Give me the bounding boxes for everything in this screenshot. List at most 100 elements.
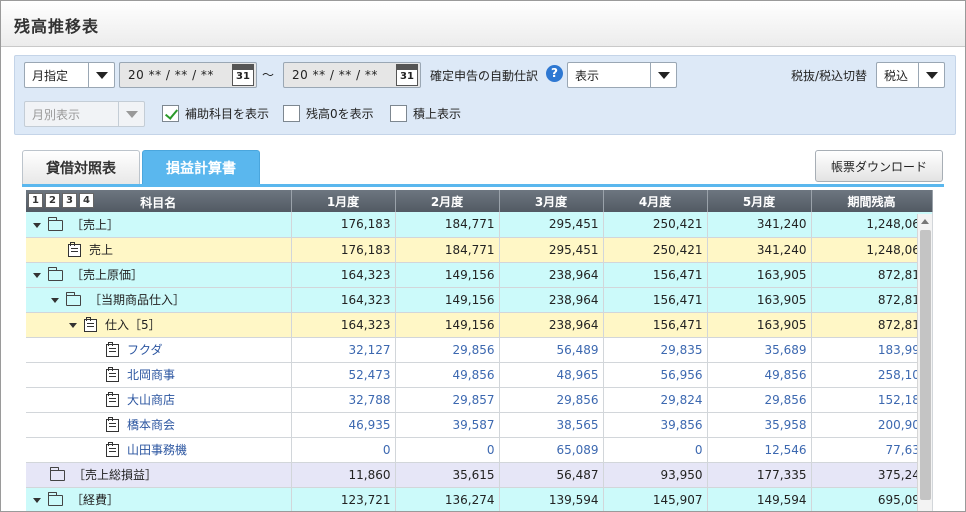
ledger-icon <box>106 342 119 357</box>
sub-account-name[interactable]: 大山商店 <box>127 393 175 407</box>
ledger-icon <box>106 442 119 457</box>
value-cell: 38,565 <box>499 412 604 438</box>
period-type-select[interactable]: 月指定 <box>24 62 115 88</box>
value-cell: 872,819 <box>811 262 933 288</box>
table-row[interactable]: ［売上総損益］ 11,860 35,615 56,487 93,950 177,… <box>26 462 933 488</box>
value-cell: 29,824 <box>603 387 708 413</box>
chevron-down-icon[interactable] <box>88 63 114 87</box>
table-row[interactable]: ［当期商品仕入］ 164,323 149,156 238,964 156,471… <box>26 287 933 313</box>
show-zero-balance-checkbox[interactable]: 残高0を表示 <box>283 105 374 122</box>
value-cell: 177,335 <box>707 462 812 488</box>
table-row[interactable]: 橋本商会 46,935 39,587 38,565 39,856 35,958 … <box>26 412 933 438</box>
scroll-up-icon[interactable] <box>921 219 929 224</box>
date-to-field[interactable]: 20 ** / ** / ** 31 <box>283 62 421 88</box>
value-cell: 123,721 <box>291 487 396 511</box>
header-account-name: 1 2 3 4 科目名 <box>26 190 292 212</box>
checkbox-checked-icon[interactable] <box>162 105 179 122</box>
header-period-balance[interactable]: 期間残高 <box>811 190 933 212</box>
table-header-row: 1 2 3 4 科目名 1月度 2月度 3月度 4月度 5月度 期間残高 <box>26 190 933 212</box>
value-cell: 163,905 <box>707 287 812 313</box>
value-cell: 295,451 <box>499 237 604 263</box>
table-row[interactable]: ［売上原価］ 164,323 149,156 238,964 156,471 1… <box>26 262 933 288</box>
value-cell: 29,857 <box>395 387 500 413</box>
value-cell: 156,471 <box>603 312 708 338</box>
table-row[interactable]: フクダ 32,127 29,856 56,489 29,835 35,689 1… <box>26 337 933 363</box>
calendar-icon[interactable]: 31 <box>396 64 418 86</box>
triangle-down-icon[interactable] <box>69 323 77 328</box>
table-row[interactable]: 仕入［5］ 164,323 149,156 238,964 156,471 16… <box>26 312 933 338</box>
value-cell: 872,819 <box>811 287 933 313</box>
title-bar: 残高推移表 <box>1 1 965 47</box>
account-name-cell: 売上 <box>26 237 292 263</box>
table-row[interactable]: ［売上］ 176,183 184,771 295,451 250,421 341… <box>26 212 933 238</box>
value-cell: 164,323 <box>291 287 396 313</box>
tax-select[interactable]: 税込 <box>876 62 945 88</box>
value-cell: 295,451 <box>499 212 604 238</box>
triangle-down-icon[interactable] <box>33 273 41 278</box>
header-month-4[interactable]: 4月度 <box>603 190 708 212</box>
chevron-down-icon[interactable] <box>918 63 944 87</box>
value-cell: 0 <box>603 437 708 463</box>
sub-account-name[interactable]: 北岡商事 <box>127 368 175 382</box>
value-cell: 35,615 <box>395 462 500 488</box>
folder-icon <box>50 467 65 481</box>
value-cell: 65,089 <box>499 437 604 463</box>
header-month-1[interactable]: 1月度 <box>291 190 396 212</box>
sub-account-name[interactable]: 橋本商会 <box>127 418 175 432</box>
tax-toggle-label: 税抜/税込切替 <box>791 69 868 83</box>
vertical-scrollbar[interactable] <box>917 214 932 511</box>
header-label: 科目名 <box>140 196 177 210</box>
table-row[interactable]: 山田事務機 0 0 65,089 0 12,546 77,635 <box>26 437 933 463</box>
account-name: ［売上原価］ <box>71 268 144 282</box>
value-cell: 341,240 <box>707 237 812 263</box>
header-month-2[interactable]: 2月度 <box>395 190 500 212</box>
folder-icon <box>48 267 63 281</box>
table-row[interactable]: 売上 176,183 184,771 295,451 250,421 341,2… <box>26 237 933 263</box>
value-cell: 52,473 <box>291 362 396 388</box>
header-month-3[interactable]: 3月度 <box>499 190 604 212</box>
date-from-value: 20 ** / ** / ** <box>128 68 214 82</box>
ledger-icon <box>68 242 81 257</box>
value-cell: 32,127 <box>291 337 396 363</box>
account-name-cell: 山田事務機 <box>26 437 292 463</box>
ledger-icon <box>106 392 119 407</box>
value-cell: 139,594 <box>499 487 604 511</box>
account-name-cell: 大山商店 <box>26 387 292 413</box>
triangle-down-icon[interactable] <box>51 298 59 303</box>
value-cell: 164,323 <box>291 312 396 338</box>
scrollbar-thumb[interactable] <box>920 230 931 500</box>
value-cell: 695,090 <box>811 487 933 511</box>
value-cell: 0 <box>291 437 396 463</box>
sub-account-name[interactable]: フクダ <box>127 343 163 357</box>
auto-journal-select[interactable]: 表示 <box>567 62 677 88</box>
account-name-cell: ［売上］ <box>26 212 292 238</box>
sub-account-name[interactable]: 山田事務機 <box>127 443 187 457</box>
date-from-field[interactable]: 20 ** / ** / ** 31 <box>119 62 257 88</box>
value-cell: 163,905 <box>707 312 812 338</box>
account-name: 売上 <box>89 243 114 257</box>
tab-balance-sheet[interactable]: 貸借対照表 <box>22 150 140 185</box>
chevron-down-icon[interactable] <box>650 63 676 87</box>
triangle-down-icon[interactable] <box>33 222 41 228</box>
calendar-icon[interactable]: 31 <box>232 64 254 86</box>
ledger-icon <box>106 367 119 382</box>
value-cell: 1,248,066 <box>811 237 933 263</box>
value-cell: 200,901 <box>811 412 933 438</box>
cumulative-display-checkbox[interactable]: 積上表示 <box>390 105 461 122</box>
checkbox-icon[interactable] <box>283 105 300 122</box>
download-report-button[interactable]: 帳票ダウンロード <box>815 150 943 182</box>
ledger-icon <box>106 417 119 432</box>
table-row[interactable]: ［経費］ 123,721 136,274 139,594 145,907 149… <box>26 487 933 511</box>
table-row[interactable]: 北岡商事 52,473 49,856 48,965 56,956 49,856 … <box>26 362 933 388</box>
show-sub-accounts-checkbox[interactable]: 補助科目を表示 <box>162 105 269 122</box>
triangle-down-icon[interactable] <box>33 498 41 503</box>
tab-income-statement[interactable]: 損益計算書 <box>142 150 260 185</box>
value-cell: 238,964 <box>499 262 604 288</box>
value-cell: 164,323 <box>291 262 396 288</box>
value-cell: 136,274 <box>395 487 500 511</box>
header-month-5[interactable]: 5月度 <box>707 190 812 212</box>
account-name: ［売上総損益］ <box>73 468 158 482</box>
table-row[interactable]: 大山商店 32,788 29,857 29,856 29,824 29,856 … <box>26 387 933 413</box>
help-icon[interactable]: ? <box>546 65 563 82</box>
checkbox-icon[interactable] <box>390 105 407 122</box>
